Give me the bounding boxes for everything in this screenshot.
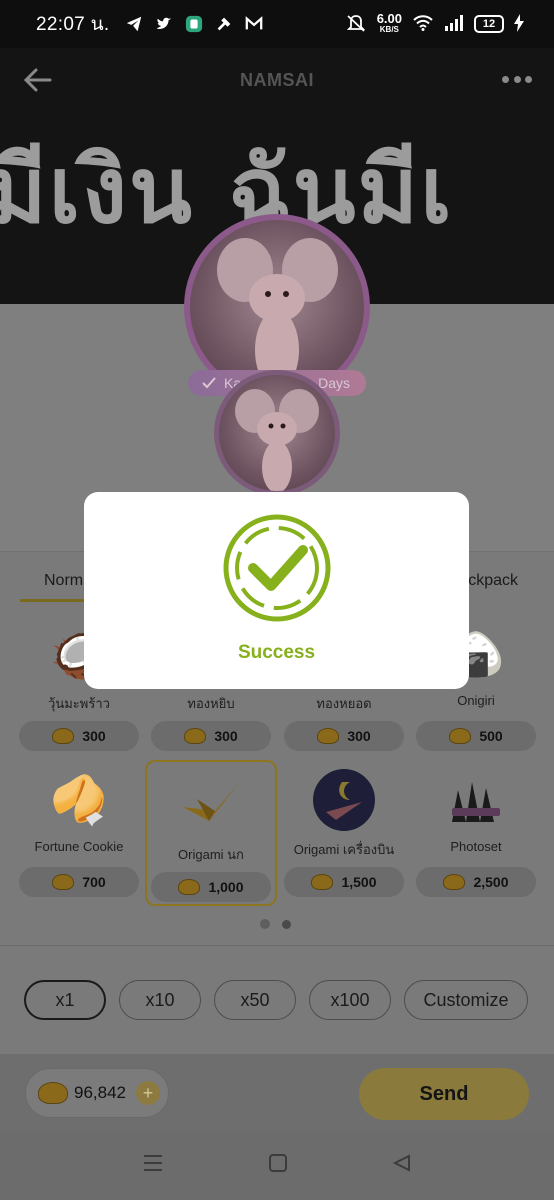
gift-price: 300 <box>19 721 139 751</box>
gift-price-value: 300 <box>347 728 371 744</box>
coin-icon <box>449 728 472 744</box>
gift-price-value: 1,000 <box>208 879 244 895</box>
gift-price-value: 300 <box>214 728 238 744</box>
signal-icon <box>444 14 464 35</box>
customize-button[interactable]: Customize <box>404 980 528 1020</box>
system-nav-bar <box>0 1132 554 1200</box>
notification-icons <box>124 14 264 34</box>
gift-name: Fortune Cookie <box>34 839 124 854</box>
gift-name: Photoset <box>450 839 502 854</box>
gift-name: Origami เครื่องบิน <box>293 842 395 857</box>
coin-icon <box>184 728 207 744</box>
coin-icon <box>52 874 75 890</box>
menu-nav-button[interactable] <box>142 1152 164 1180</box>
network-speed-value: 6.00 <box>376 11 402 26</box>
send-button[interactable]: Send <box>359 1068 529 1120</box>
gift-price-value: 500 <box>479 728 503 744</box>
gift-price-value: 700 <box>82 874 106 890</box>
battery-icon: 12 <box>474 15 504 33</box>
back-nav-button[interactable] <box>392 1152 412 1180</box>
gift-name: ทองหยอด <box>316 696 372 711</box>
origami-plane-icon <box>311 767 377 833</box>
multiplier-x50-button[interactable]: x50 <box>214 980 296 1020</box>
more-options-button[interactable] <box>502 76 532 84</box>
quantity-selector: x1 x10 x50 x100 Customize <box>24 980 528 1020</box>
multiplier-x1-button[interactable]: x1 <box>24 980 106 1020</box>
system-indicators: 6.00 KB/S 12 <box>345 11 524 36</box>
coin-icon <box>38 1082 68 1104</box>
coin-icon <box>178 879 201 895</box>
page-dot-active <box>282 920 291 929</box>
multiplier-x100-button[interactable]: x100 <box>309 980 391 1020</box>
fortune-cookie-icon: 🥠 <box>50 773 108 826</box>
coin-icon <box>311 874 334 890</box>
origami-bird-icon <box>178 772 244 838</box>
page-indicator <box>260 919 291 929</box>
gift-price: 1,000 <box>151 872 271 902</box>
coin-icon <box>443 874 466 890</box>
coin-icon <box>52 728 75 744</box>
gift-price: 300 <box>151 721 271 751</box>
tab-backpack[interactable]: ckpack <box>468 572 518 590</box>
home-icon <box>269 1154 287 1172</box>
gift-item[interactable]: 🥠 Fortune Cookie 700 <box>18 757 140 897</box>
gmail-icon <box>244 14 264 34</box>
gift-name: วุ้นมะพร้าว <box>48 696 110 711</box>
success-check-icon <box>223 514 330 622</box>
gift-price: 2,500 <box>416 867 536 897</box>
clock: 22:07 น. <box>36 14 110 35</box>
add-coins-button[interactable]: + <box>136 1081 160 1105</box>
status-bar: 22:07 น. 6.00 KB/S 12 <box>0 0 554 48</box>
send-bar: 96,842 + Send <box>0 1054 554 1132</box>
gift-name: Onigiri <box>457 693 495 708</box>
success-dialog: Success <box>84 492 469 689</box>
wifi-icon <box>412 14 434 35</box>
divider <box>0 945 554 946</box>
gift-name: ทองหยิบ <box>187 696 235 711</box>
charging-icon <box>514 13 524 35</box>
badge-label-right: Days <box>318 375 350 391</box>
back-triangle-icon <box>392 1154 410 1172</box>
gift-price: 1,500 <box>284 867 404 897</box>
coin-balance: 96,842 + <box>25 1068 169 1118</box>
page-dot <box>260 919 270 929</box>
twitter-icon <box>154 14 174 34</box>
home-nav-button[interactable] <box>268 1152 288 1180</box>
coin-icon <box>317 728 340 744</box>
gift-item-selected[interactable]: Origami นก 1,000 <box>145 760 277 906</box>
check-icon <box>202 377 216 389</box>
gift-price-value: 1,500 <box>341 874 377 890</box>
network-speed: 6.00 KB/S <box>376 11 402 35</box>
gift-name: Origami นก <box>178 847 244 862</box>
app-icon <box>184 14 204 34</box>
avatar-small <box>214 370 340 496</box>
page-title: NAMSAI <box>240 70 314 90</box>
balance-value: 96,842 <box>74 1083 126 1102</box>
gift-item[interactable]: Photoset 2,500 <box>415 757 537 897</box>
gift-price-value: 300 <box>82 728 106 744</box>
network-speed-unit: KB/S <box>379 25 399 34</box>
gift-price: 700 <box>19 867 139 897</box>
gift-price-value: 2,500 <box>473 874 509 890</box>
gift-item[interactable]: Origami เครื่องบิน 1,500 <box>283 757 405 897</box>
mouse-avatar-icon <box>235 389 319 491</box>
menu-icon <box>144 1155 162 1171</box>
gift-price: 300 <box>284 721 404 751</box>
multiplier-x10-button[interactable]: x10 <box>119 980 201 1020</box>
photoset-icon <box>443 767 509 833</box>
mute-icon <box>345 13 367 36</box>
telegram-icon <box>124 14 144 34</box>
tools-icon <box>214 14 234 34</box>
success-message: Success <box>237 642 316 663</box>
mouse-avatar-icon <box>217 238 338 390</box>
gift-price: 500 <box>416 721 536 751</box>
